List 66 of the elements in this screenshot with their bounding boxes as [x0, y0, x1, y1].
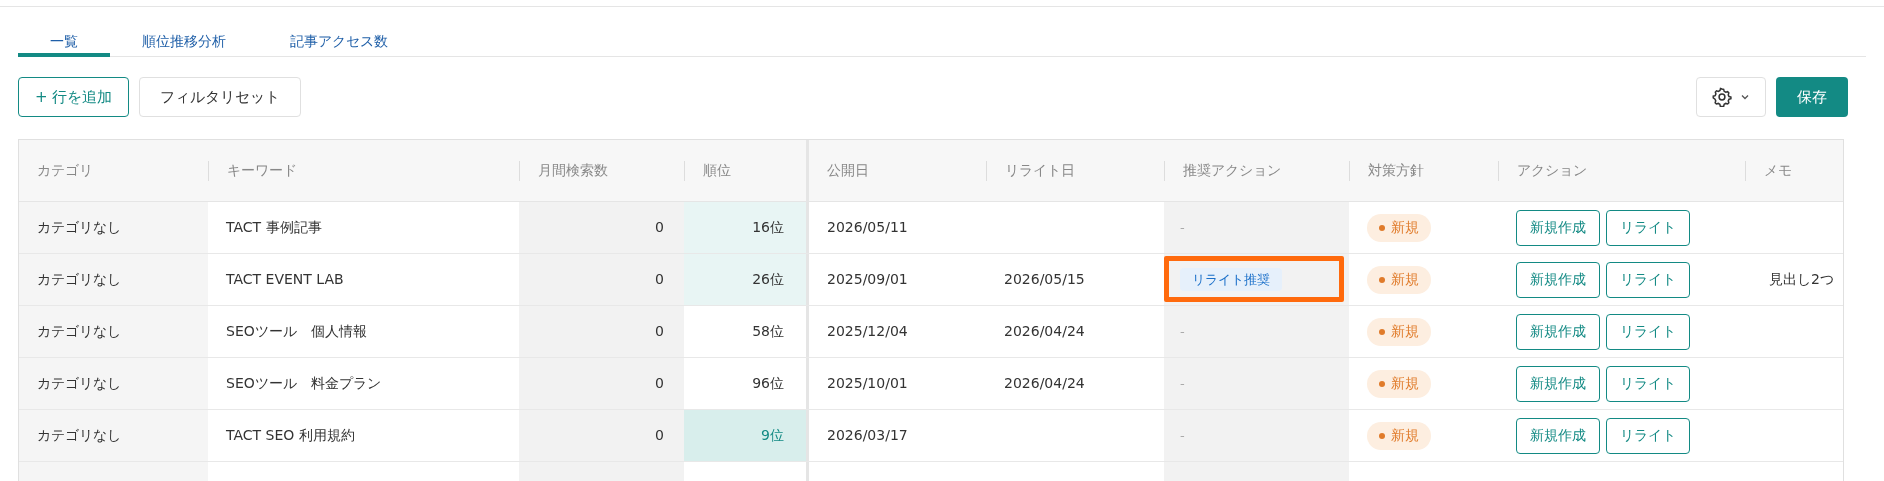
empty-value: -: [1180, 324, 1185, 339]
table-cell-text: 0: [655, 270, 664, 289]
save-button[interactable]: 保存: [1776, 77, 1848, 117]
status-badge: 新規: [1367, 317, 1431, 346]
table-cell-text: 2025/12/04: [827, 322, 908, 341]
table-cell-text: カテゴリなし: [37, 270, 121, 289]
table-cell-text: 0: [655, 374, 664, 393]
table-cell-text: 0: [655, 426, 664, 445]
column-header: アクション: [1516, 161, 1587, 180]
table-cell-text: 2026/03/17: [827, 426, 908, 445]
table-cell-text: SEOツール 個人情報: [226, 322, 367, 341]
action-button[interactable]: リライト: [1606, 313, 1690, 350]
status-badge: 新規: [1367, 213, 1431, 242]
rank-cell: 16位: [684, 202, 806, 253]
empty-value: -: [1180, 220, 1185, 235]
tab[interactable]: 順位推移分析: [110, 29, 258, 57]
column-header: カテゴリ: [36, 161, 93, 180]
table-cell-text: カテゴリなし: [37, 218, 121, 237]
empty-value: -: [1180, 376, 1185, 391]
table-cell-text: 2025/10/01: [827, 374, 908, 393]
column-header: 月間検索数: [537, 161, 608, 180]
action-button[interactable]: 新規作成: [1516, 313, 1600, 350]
column-header: 順位: [702, 161, 731, 180]
column-header: 公開日: [826, 161, 869, 180]
settings-icon: [1712, 87, 1732, 107]
empty-value: -: [1180, 428, 1185, 443]
table-cell-text: TACT SEO 利用規約: [226, 426, 355, 445]
action-button[interactable]: リライト: [1606, 261, 1690, 298]
filter-reset-button[interactable]: フィルタリセット: [139, 77, 302, 117]
table-cell-text: カテゴリなし: [37, 374, 121, 393]
action-button[interactable]: リライト: [1606, 209, 1690, 246]
tab[interactable]: 一覧: [18, 29, 110, 57]
table-cell-text: 2026/05/15: [1004, 270, 1085, 289]
column-header: キーワード: [226, 161, 297, 180]
tab[interactable]: 記事アクセス数: [258, 29, 420, 57]
table-cell-text: 2026/04/24: [1004, 322, 1085, 341]
rank-cell: 26位: [684, 254, 806, 305]
table-cell-text: 0: [655, 218, 664, 237]
column-header: メモ: [1763, 161, 1792, 180]
action-button[interactable]: リライト: [1606, 365, 1690, 402]
add-row-button[interactable]: + 行を追加: [18, 77, 130, 117]
memo-text: 見出し2つ: [1769, 270, 1834, 289]
table-cell-text: 2026/04/24: [1004, 374, 1085, 393]
table-cell-text: カテゴリなし: [37, 322, 121, 341]
status-badge: 新規: [1367, 369, 1431, 398]
table-cell-text: 2026/05/11: [827, 218, 908, 237]
rank-cell: 9位: [684, 410, 806, 461]
table-cell-text: カテゴリなし: [37, 426, 121, 445]
action-button[interactable]: 新規作成: [1516, 417, 1600, 454]
column-header: リライト日: [1004, 161, 1075, 180]
chevron-down-icon: [1740, 92, 1750, 102]
recommendation-tag: リライト推奨: [1180, 268, 1282, 291]
action-button[interactable]: 新規作成: [1516, 261, 1600, 298]
table-cell-text: 0: [655, 322, 664, 341]
action-button[interactable]: 新規作成: [1516, 209, 1600, 246]
status-badge: 新規: [1367, 265, 1431, 294]
table-cell-text: 2025/09/01: [827, 270, 908, 289]
column-header: 推奨アクション: [1182, 161, 1281, 180]
table-cell-text: TACT 事例記事: [226, 218, 322, 237]
table-cell-text: SEOツール 料金プラン: [226, 374, 381, 393]
column-header: 対策方針: [1367, 161, 1424, 180]
action-button[interactable]: 新規作成: [1516, 365, 1600, 402]
settings-dropdown[interactable]: [1696, 77, 1766, 117]
action-button[interactable]: リライト: [1606, 417, 1690, 454]
status-badge: 新規: [1367, 421, 1431, 450]
table-cell-text: TACT EVENT LAB: [226, 270, 344, 289]
